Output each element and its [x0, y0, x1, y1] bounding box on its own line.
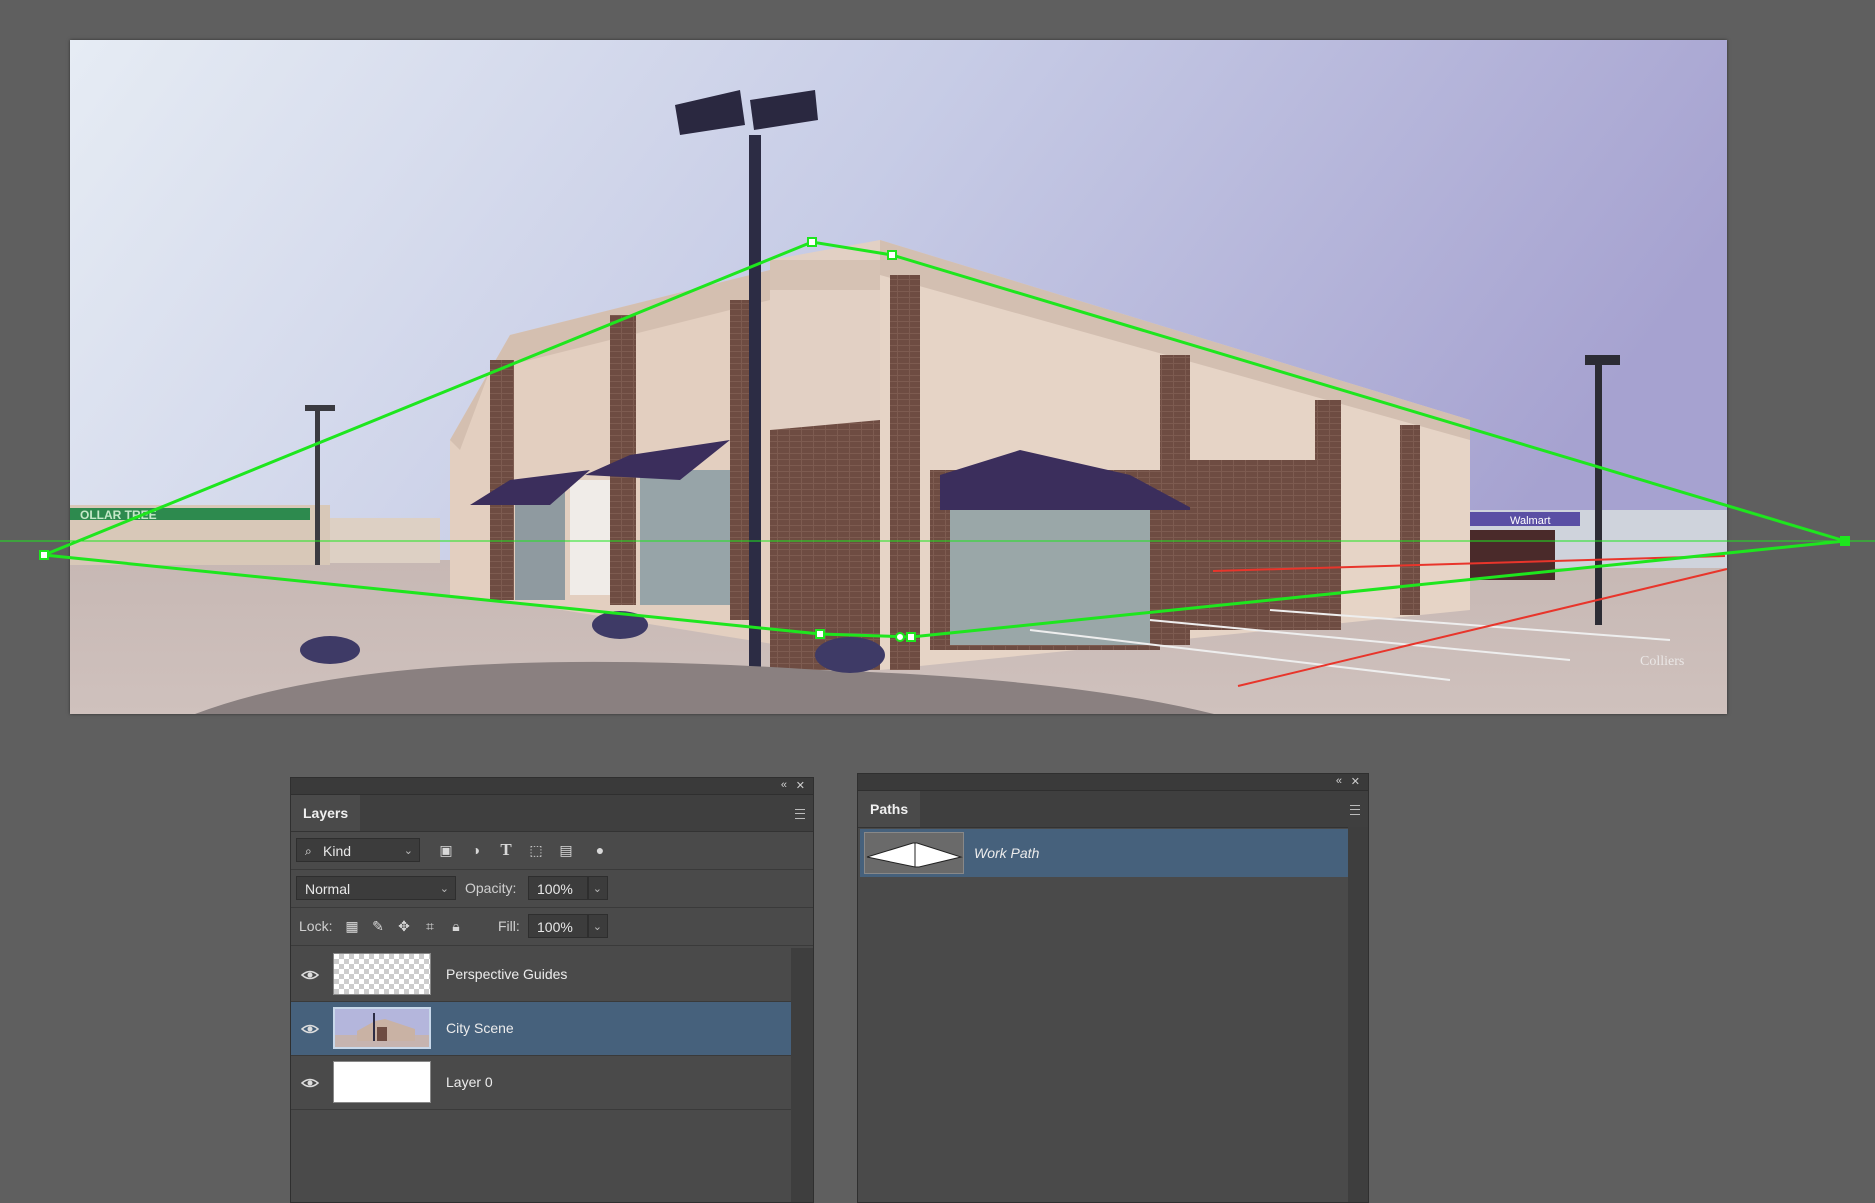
lock-image-brush-icon[interactable]: ✎ [369, 917, 387, 935]
layer-row[interactable]: Layer 0 [291, 1056, 791, 1110]
type-filter-icon[interactable]: T [497, 841, 515, 859]
blend-mode-value: Normal [305, 881, 351, 897]
collapse-icon[interactable]: « [781, 779, 787, 791]
lock-label: Lock: [299, 918, 333, 934]
eye-icon[interactable] [301, 1020, 319, 1038]
eye-icon[interactable] [301, 1074, 319, 1092]
layer-name: Perspective Guides [446, 966, 568, 982]
dollar-tree-sign: OLLAR TREE [80, 508, 157, 522]
path-name: Work Path [974, 845, 1040, 861]
paths-scrollbar[interactable] [1348, 827, 1368, 1202]
filter-kind-dropdown[interactable]: ⌕ Kind ⌄ [296, 838, 420, 862]
smart-object-filter-icon[interactable]: ▤ [557, 841, 575, 859]
filter-toggle-icon[interactable]: ● [591, 841, 609, 859]
panel-menu-icon[interactable] [795, 809, 805, 819]
lock-position-move-icon[interactable]: ✥ [395, 917, 413, 935]
layers-panel: « ✕ Layers ⌕ Kind ⌄ ▣ ◑ T ⬚ ▤ ● Normal ⌄… [290, 777, 814, 1203]
lock-transparent-icon[interactable]: ▦ [343, 917, 361, 935]
opacity-slider-toggle[interactable]: ⌄ [588, 876, 608, 900]
city-scene-image: OLLAR TREE verizon Walmart [70, 40, 1727, 714]
paths-tabbar: Paths [858, 791, 1368, 828]
fill-value: 100% [537, 919, 573, 935]
layers-scrollbar[interactable] [791, 948, 813, 1202]
eye-icon[interactable] [301, 966, 319, 984]
tab-layers[interactable]: Layers [291, 795, 361, 831]
opacity-input[interactable]: 100% [528, 876, 588, 900]
search-icon: ⌕ [305, 844, 312, 858]
anchor-point[interactable] [39, 550, 49, 560]
layer-thumbnail [333, 1007, 431, 1049]
colliers-watermark: Colliers [1640, 654, 1684, 669]
panel-header: « ✕ [858, 774, 1368, 791]
panel-header: « ✕ [291, 778, 813, 795]
lock-artboard-icon[interactable]: ⌗ [421, 917, 439, 935]
chevron-down-icon: ⌄ [592, 921, 602, 933]
lock-row: Lock: ▦ ✎ ✥ ⌗ 🔒︎ Fill: 100% ⌄ [291, 907, 813, 946]
pixel-layer-filter-icon[interactable]: ▣ [437, 841, 455, 859]
fill-label: Fill: [498, 918, 520, 934]
layers-tabbar: Layers [291, 795, 813, 832]
adjustment-filter-icon[interactable]: ◑ [467, 841, 485, 859]
document-canvas[interactable]: OLLAR TREE verizon Walmart [70, 40, 1727, 714]
layers-list: Perspective Guides City Scene Layer 0 [291, 948, 791, 1202]
layer-row[interactable]: Perspective Guides [291, 948, 791, 1002]
tab-paths[interactable]: Paths [858, 791, 921, 827]
lock-all-icon[interactable]: 🔒︎ [447, 917, 465, 935]
paths-panel: « ✕ Paths Work Path [857, 773, 1369, 1203]
close-icon[interactable]: ✕ [1351, 775, 1360, 788]
opacity-label: Opacity: [465, 880, 517, 896]
chevron-down-icon: ⌄ [403, 845, 413, 857]
fill-input[interactable]: 100% [528, 914, 588, 938]
shape-filter-icon[interactable]: ⬚ [527, 841, 545, 859]
path-row[interactable]: Work Path [860, 829, 1348, 877]
layer-name: Layer 0 [446, 1074, 493, 1090]
layer-thumbnail [333, 953, 431, 995]
chevron-down-icon: ⌄ [592, 883, 602, 895]
blend-row: Normal ⌄ Opacity: 100% ⌄ [291, 869, 813, 908]
anchor-point[interactable] [1840, 536, 1850, 546]
walmart-sign: Walmart [1510, 515, 1551, 527]
panel-menu-icon[interactable] [1350, 805, 1360, 815]
layer-name: City Scene [446, 1020, 514, 1036]
paths-list: Work Path [858, 827, 1348, 1202]
collapse-icon[interactable]: « [1336, 775, 1342, 787]
opacity-value: 100% [537, 881, 573, 897]
chevron-down-icon: ⌄ [439, 883, 449, 895]
path-thumbnail [864, 832, 964, 874]
fill-slider-toggle[interactable]: ⌄ [588, 914, 608, 938]
filter-kind-label: Kind [323, 843, 352, 859]
blend-mode-dropdown[interactable]: Normal ⌄ [296, 876, 456, 900]
filter-row: ⌕ Kind ⌄ ▣ ◑ T ⬚ ▤ ● [291, 831, 813, 870]
layer-thumbnail [333, 1061, 431, 1103]
close-icon[interactable]: ✕ [796, 779, 805, 792]
layer-row[interactable]: City Scene [291, 1002, 791, 1056]
